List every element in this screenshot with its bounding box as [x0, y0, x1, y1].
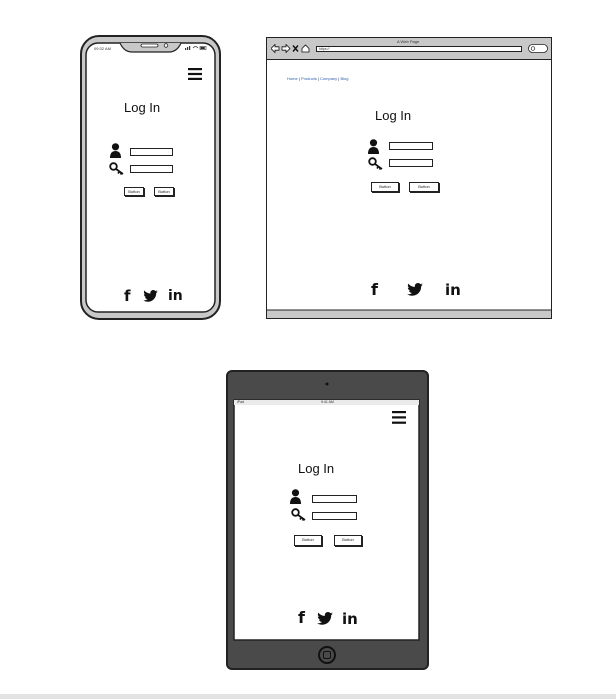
browser-password-input[interactable] [389, 159, 433, 167]
browser-button-1[interactable]: Button [371, 182, 399, 192]
browser-username-input[interactable] [389, 142, 433, 150]
linkedin-icon[interactable]: in [445, 281, 461, 299]
twitter-icon[interactable] [317, 612, 333, 625]
home-icon [301, 44, 310, 53]
phone-password-input[interactable] [130, 165, 173, 173]
phone-mockup: 09:32 AM Log In Button Button f in [80, 35, 221, 320]
home-button-icon [318, 646, 336, 664]
browser-mockup: A Web Page https:// Home | Products | Co… [266, 37, 552, 319]
nav-link-home[interactable]: Home [287, 76, 298, 81]
hamburger-menu-icon[interactable] [392, 411, 406, 424]
user-icon [290, 489, 301, 504]
browser-nav-links: Home | Products | Company | Blog [287, 76, 349, 81]
twitter-icon[interactable] [143, 290, 158, 302]
search-icon[interactable] [528, 44, 548, 53]
back-arrow-icon [271, 44, 280, 53]
phone-button-1[interactable]: Button [124, 187, 144, 196]
phone-username-input[interactable] [130, 148, 173, 156]
phone-login-title: Log In [124, 100, 161, 115]
tablet-username-input[interactable] [312, 495, 357, 503]
camera-icon [325, 382, 329, 386]
forward-arrow-icon [281, 44, 291, 53]
key-icon [109, 162, 124, 175]
tablet-button-2[interactable]: Button [334, 535, 362, 546]
key-icon [368, 157, 383, 170]
linkedin-icon[interactable]: in [342, 610, 358, 628]
hamburger-menu-icon[interactable] [188, 68, 202, 80]
phone-button-2[interactable]: Button [154, 187, 174, 196]
twitter-icon[interactable] [407, 283, 423, 296]
facebook-icon[interactable]: f [298, 608, 305, 627]
facebook-icon[interactable]: f [124, 287, 131, 305]
linkedin-icon[interactable]: in [168, 288, 183, 304]
browser-url-text: https:// [319, 47, 330, 51]
browser-button-2[interactable]: Button [409, 182, 439, 192]
tablet-button-1[interactable]: Button [294, 535, 322, 546]
key-icon [291, 508, 306, 521]
phone-status-time: 09:32 AM [94, 46, 111, 51]
tablet-password-input[interactable] [312, 512, 357, 520]
tablet-status-time: 9:41 AM [321, 400, 334, 404]
browser-url-bar[interactable] [316, 46, 522, 52]
tablet-mockup: iPad 9:41 AM Log In Button Button f in [226, 370, 429, 670]
phone-status-icons [185, 46, 207, 50]
user-icon [368, 139, 379, 154]
tablet-login-title: Log In [298, 461, 335, 476]
page-bottom-bar [0, 694, 616, 699]
close-x-icon [292, 45, 299, 52]
user-icon [110, 143, 121, 158]
browser-login-title: Log In [375, 108, 412, 123]
nav-link-products[interactable]: Products [301, 76, 317, 81]
nav-link-blog[interactable]: Blog [340, 76, 348, 81]
tablet-status-left: iPad [237, 400, 245, 404]
browser-window-title: A Web Page [397, 39, 420, 44]
facebook-icon[interactable]: f [371, 280, 378, 299]
nav-link-company[interactable]: Company [320, 76, 337, 81]
browser-nav-controls [271, 44, 310, 53]
